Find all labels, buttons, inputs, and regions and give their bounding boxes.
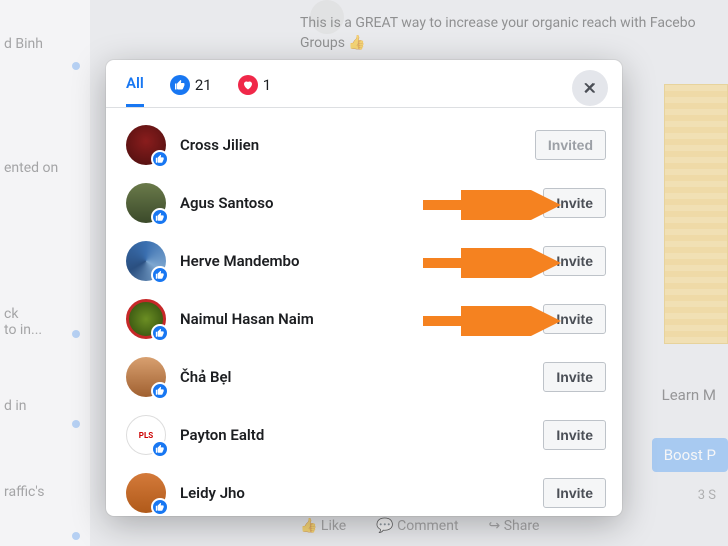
person-name[interactable]: Agus Santoso (180, 194, 543, 212)
like-badge-icon (151, 324, 169, 342)
person-row: Naimul Hasan NaimInvite (126, 290, 606, 348)
like-badge-icon (151, 498, 169, 516)
modal-header: All 21 1 (106, 60, 622, 107)
person-row: Agus SantosoInvite (126, 174, 606, 232)
avatar[interactable] (126, 473, 166, 513)
person-name[interactable]: Payton Ealtd (180, 426, 543, 444)
like-badge-icon (151, 208, 169, 226)
person-row: Čhả BẹlInvite (126, 348, 606, 406)
avatar[interactable]: PLS (126, 415, 166, 455)
like-badge-icon (151, 440, 169, 458)
person-row: Leidy JhoInvite (126, 464, 606, 516)
like-badge-icon (151, 150, 169, 168)
invited-button: Invited (535, 130, 606, 160)
like-icon (170, 75, 190, 95)
invite-button[interactable]: Invite (543, 246, 606, 276)
invite-button[interactable]: Invite (543, 188, 606, 218)
people-list: Cross JilienInvitedAgus SantosoInviteHer… (106, 108, 622, 516)
person-name[interactable]: Leidy Jho (180, 484, 543, 502)
person-name[interactable]: Naimul Hasan Naim (180, 310, 543, 328)
tab-love[interactable]: 1 (238, 75, 271, 107)
tab-all[interactable]: All (126, 74, 144, 107)
love-icon (238, 75, 258, 95)
person-name[interactable]: Herve Mandembo (180, 252, 543, 270)
invite-button[interactable]: Invite (543, 362, 606, 392)
close-button[interactable] (572, 70, 608, 106)
reactions-modal: All 21 1 (106, 60, 622, 516)
like-badge-icon (151, 382, 169, 400)
person-row: PLS Payton EaltdInvite (126, 406, 606, 464)
close-icon (582, 80, 598, 96)
avatar[interactable] (126, 357, 166, 397)
avatar[interactable] (126, 241, 166, 281)
avatar[interactable] (126, 125, 166, 165)
avatar[interactable] (126, 299, 166, 339)
avatar[interactable] (126, 183, 166, 223)
invite-button[interactable]: Invite (543, 478, 606, 508)
person-name[interactable]: Čhả Bẹl (180, 368, 543, 386)
tab-like[interactable]: 21 (170, 75, 212, 107)
like-badge-icon (151, 266, 169, 284)
person-row: Herve MandemboInvite (126, 232, 606, 290)
invite-button[interactable]: Invite (543, 304, 606, 334)
person-name[interactable]: Cross Jilien (180, 136, 535, 154)
person-row: Cross JilienInvited (126, 116, 606, 174)
invite-button[interactable]: Invite (543, 420, 606, 450)
